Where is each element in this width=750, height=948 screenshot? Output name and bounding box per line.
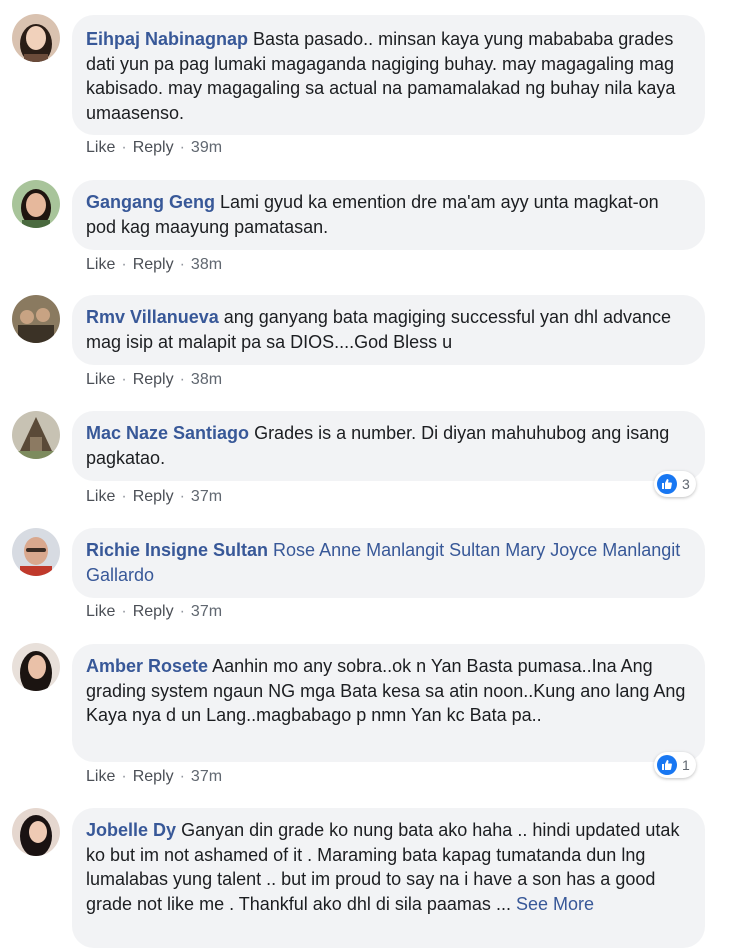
reply-link[interactable]: Reply bbox=[133, 768, 174, 785]
comment-time[interactable]: 37m bbox=[191, 603, 222, 620]
comment-author[interactable]: Mac Naze Santiago bbox=[86, 423, 249, 443]
comment-bubble: Rmv Villanueva ang ganyang bata magiging… bbox=[72, 295, 705, 365]
like-link[interactable]: Like bbox=[86, 603, 115, 620]
comment-actions: Like · Reply · 37m bbox=[86, 768, 223, 785]
comment-actions: Like · Reply · 38m bbox=[86, 371, 223, 388]
reply-link[interactable]: Reply bbox=[133, 371, 174, 388]
avatar[interactable] bbox=[12, 180, 60, 228]
comment-time[interactable]: 38m bbox=[191, 256, 222, 273]
comment-bubble: Richie Insigne Sultan Rose Anne Manlangi… bbox=[72, 528, 705, 598]
comment-bubble: Mac Naze Santiago Grades is a number. Di… bbox=[72, 411, 705, 481]
comment-actions: Like · Reply · 39m bbox=[86, 139, 223, 156]
like-link[interactable]: Like bbox=[86, 371, 115, 388]
comment-actions: Like · Reply · 38m bbox=[86, 256, 223, 273]
comment-author[interactable]: Gangang Geng bbox=[86, 192, 215, 212]
reaction-count: 1 bbox=[682, 757, 690, 773]
avatar[interactable] bbox=[12, 295, 60, 343]
comment-bubble: Eihpaj Nabinagnap Basta pasado.. minsan … bbox=[72, 15, 705, 135]
avatar[interactable] bbox=[12, 643, 60, 691]
thumbs-up-icon bbox=[657, 755, 677, 775]
reaction-count-badge[interactable]: 1 bbox=[654, 752, 696, 778]
see-more-link[interactable]: See More bbox=[516, 894, 594, 914]
like-link[interactable]: Like bbox=[86, 768, 115, 785]
comment-author[interactable]: Amber Rosete bbox=[86, 656, 208, 676]
reply-link[interactable]: Reply bbox=[133, 256, 174, 273]
comment-author[interactable]: Eihpaj Nabinagnap bbox=[86, 29, 248, 49]
avatar[interactable] bbox=[12, 14, 60, 62]
comment-text-continued: paamas bbox=[426, 893, 491, 914]
thumbs-up-icon bbox=[657, 474, 677, 494]
comment-bubble: Gangang Geng Lami gyud ka emention dre m… bbox=[72, 180, 705, 250]
reaction-count-badge[interactable]: 3 bbox=[654, 471, 696, 497]
reply-link[interactable]: Reply bbox=[133, 139, 174, 156]
comment-author[interactable]: Rmv Villanueva bbox=[86, 307, 219, 327]
reaction-count: 3 bbox=[682, 476, 690, 492]
avatar[interactable] bbox=[12, 528, 60, 576]
comment-time[interactable]: 37m bbox=[191, 488, 222, 505]
like-link[interactable]: Like bbox=[86, 139, 115, 156]
avatar[interactable] bbox=[12, 411, 60, 459]
comment-bubble: Jobelle Dy Ganyan din grade ko nung bata… bbox=[72, 808, 705, 948]
comment-time[interactable]: 38m bbox=[191, 371, 222, 388]
comment-actions: Like · Reply · 37m bbox=[86, 488, 223, 505]
like-link[interactable]: Like bbox=[86, 256, 115, 273]
avatar[interactable] bbox=[12, 808, 60, 856]
comment-time[interactable]: 37m bbox=[191, 768, 222, 785]
comment-author[interactable]: Jobelle Dy bbox=[86, 820, 176, 840]
comment-author[interactable]: Richie Insigne Sultan bbox=[86, 540, 268, 560]
reply-link[interactable]: Reply bbox=[133, 488, 174, 505]
like-link[interactable]: Like bbox=[86, 488, 115, 505]
comment-bubble: Amber Rosete Aanhin mo any sobra..ok n Y… bbox=[72, 644, 705, 762]
reply-link[interactable]: Reply bbox=[133, 603, 174, 620]
comment-time[interactable]: 39m bbox=[191, 139, 222, 156]
comment-actions: Like · Reply · 37m bbox=[86, 603, 223, 620]
